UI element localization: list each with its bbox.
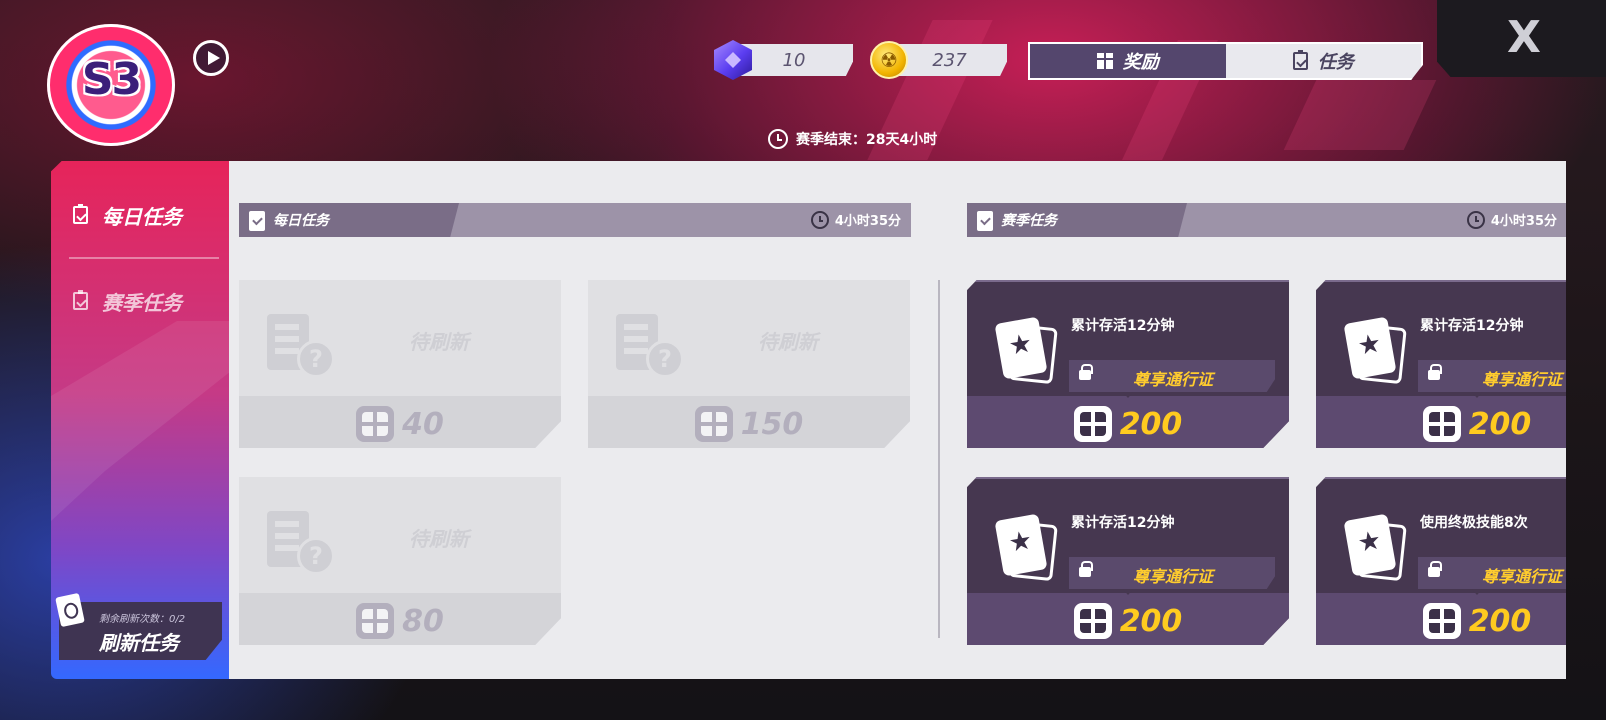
clipboard-check-icon bbox=[73, 204, 88, 224]
tab-rewards[interactable]: 奖励 bbox=[1030, 44, 1226, 78]
ticket-icon bbox=[1422, 603, 1461, 639]
card-reward: 200 bbox=[1316, 603, 1566, 639]
gift-icon bbox=[1096, 53, 1113, 69]
season-section-title: 赛季任务 bbox=[1001, 213, 1057, 229]
reward-amount: 200 bbox=[1119, 406, 1183, 442]
clock-icon bbox=[810, 210, 829, 229]
daily-section-header: 每日任务 4小时35分 bbox=[239, 203, 911, 237]
tab-tasks[interactable]: 任务 bbox=[1226, 44, 1422, 78]
premium-pass-label: 尊享通行证 bbox=[1482, 567, 1563, 586]
question-mark-icon: ? bbox=[297, 537, 335, 575]
sidebar-item-label: 赛季任务 bbox=[102, 290, 182, 315]
ticket-icon bbox=[356, 603, 395, 639]
season-timer-label: 4小时35分 bbox=[1490, 214, 1557, 229]
season-task-card[interactable]: 累计存活12分钟 尊享通行证 200 bbox=[967, 280, 1289, 448]
season-badge[interactable]: S3 bbox=[47, 24, 175, 146]
clock-icon bbox=[768, 129, 788, 149]
ticket-icon bbox=[1073, 603, 1112, 639]
background-stripe bbox=[1283, 80, 1437, 150]
card-reward: 200 bbox=[1316, 406, 1566, 442]
daily-task-card[interactable]: ? 待刷新 150 bbox=[588, 280, 910, 448]
premium-pass-label: 尊享通行证 bbox=[1133, 370, 1214, 389]
premium-pass-lock: 尊享通行证 bbox=[1069, 557, 1275, 589]
ticket-icon bbox=[694, 406, 733, 442]
premium-pass-lock: 尊享通行证 bbox=[1418, 360, 1566, 392]
star-card-icon bbox=[1343, 513, 1397, 577]
play-button[interactable] bbox=[193, 40, 229, 76]
reward-amount: 150 bbox=[740, 406, 804, 442]
question-mark-icon: ? bbox=[297, 340, 335, 378]
pending-status: 待刷新 bbox=[758, 330, 818, 354]
task-description: 累计存活12分钟 bbox=[1071, 515, 1175, 531]
ticket-icon bbox=[356, 406, 395, 442]
reward-amount: 200 bbox=[1468, 603, 1532, 639]
clipboard-check-icon bbox=[73, 290, 88, 310]
star-card-icon bbox=[1343, 316, 1397, 380]
task-description: 使用终极技能8次 bbox=[1420, 515, 1528, 531]
star-card-icon bbox=[994, 513, 1048, 577]
sidebar-item-season-tasks[interactable]: 赛季任务 bbox=[51, 271, 229, 331]
season-end-timer: 赛季结束：28天4小时 bbox=[768, 127, 937, 151]
premium-pass-lock: 尊享通行证 bbox=[1418, 557, 1566, 589]
lock-icon bbox=[1079, 364, 1093, 380]
gold-coin-icon bbox=[870, 41, 908, 79]
season-task-card[interactable]: 累计存活12分钟 尊享通行证 200 bbox=[967, 477, 1289, 645]
section-divider bbox=[938, 280, 940, 638]
card-reward: 200 bbox=[967, 603, 1289, 639]
season-task-card[interactable]: 使用终极技能8次 尊享通行证 200 bbox=[1316, 477, 1566, 645]
season-section-header: 赛季任务 4小时35分 bbox=[967, 203, 1566, 237]
daily-task-card[interactable]: ? 待刷新 40 bbox=[239, 280, 561, 448]
lock-icon bbox=[1428, 364, 1442, 380]
premium-pass-label: 尊享通行证 bbox=[1133, 567, 1214, 586]
pending-status: 待刷新 bbox=[409, 527, 469, 551]
ticket-icon bbox=[1422, 406, 1461, 442]
tab-rewards-label: 奖励 bbox=[1122, 52, 1159, 73]
clock-icon bbox=[1466, 210, 1485, 229]
card-reward: 80 bbox=[239, 603, 561, 639]
card-reward: 150 bbox=[588, 406, 910, 442]
gem-counter: 10 bbox=[735, 44, 853, 76]
gem-count: 10 bbox=[782, 49, 806, 71]
season-end-label: 赛季结束：28天4小时 bbox=[796, 132, 938, 148]
task-description: 累计存活12分钟 bbox=[1420, 318, 1524, 334]
season-refresh-timer: 4小时35分 bbox=[1466, 210, 1557, 229]
reward-amount: 200 bbox=[1468, 406, 1532, 442]
reward-amount: 200 bbox=[1119, 603, 1183, 639]
clipboard-check-icon bbox=[1292, 50, 1308, 70]
ticket-icon bbox=[1073, 406, 1112, 442]
card-reward: 40 bbox=[239, 406, 561, 442]
refresh-count-label: 剩余刷新次数：0/2 bbox=[99, 614, 186, 625]
season-badge-text: S3 bbox=[81, 54, 142, 105]
refresh-tasks-button[interactable]: 剩余刷新次数：0/2 刷新任务 bbox=[59, 602, 222, 660]
daily-timer-label: 4小时35分 bbox=[834, 214, 901, 229]
pending-status: 待刷新 bbox=[409, 330, 469, 354]
season-task-card[interactable]: 累计存活12分钟 尊享通行证 200 bbox=[1316, 280, 1566, 448]
task-description: 累计存活12分钟 bbox=[1071, 318, 1175, 334]
top-tab-bar: 奖励 任务 bbox=[1028, 42, 1423, 80]
reward-amount: 40 bbox=[402, 406, 444, 442]
sidebar-decoration bbox=[51, 321, 229, 521]
sidebar-item-daily-tasks[interactable]: 每日任务 bbox=[51, 185, 229, 245]
question-mark-icon: ? bbox=[646, 340, 684, 378]
daily-refresh-timer: 4小时35分 bbox=[810, 210, 901, 229]
premium-pass-label: 尊享通行证 bbox=[1482, 370, 1563, 389]
star-card-icon bbox=[994, 316, 1048, 380]
tab-tasks-label: 任务 bbox=[1317, 52, 1354, 73]
lock-icon bbox=[1079, 561, 1093, 577]
sidebar-divider bbox=[69, 257, 219, 259]
daily-task-card[interactable]: ? 待刷新 80 bbox=[239, 477, 561, 645]
lock-icon bbox=[1428, 561, 1442, 577]
refresh-button-label: 刷新任务 bbox=[99, 631, 179, 655]
coin-counter: 237 bbox=[892, 44, 1007, 76]
close-button[interactable]: X bbox=[1500, 14, 1548, 62]
daily-section-title: 每日任务 bbox=[273, 213, 329, 229]
coin-count: 237 bbox=[932, 49, 967, 71]
task-content: 每日任务 4小时35分 赛季任务 4小时35分 ? 待刷新 40 ? 待刷新 1… bbox=[229, 161, 1566, 679]
sidebar-item-label: 每日任务 bbox=[102, 204, 182, 229]
reward-amount: 80 bbox=[402, 603, 444, 639]
premium-pass-lock: 尊享通行证 bbox=[1069, 360, 1275, 392]
card-reward: 200 bbox=[967, 406, 1289, 442]
